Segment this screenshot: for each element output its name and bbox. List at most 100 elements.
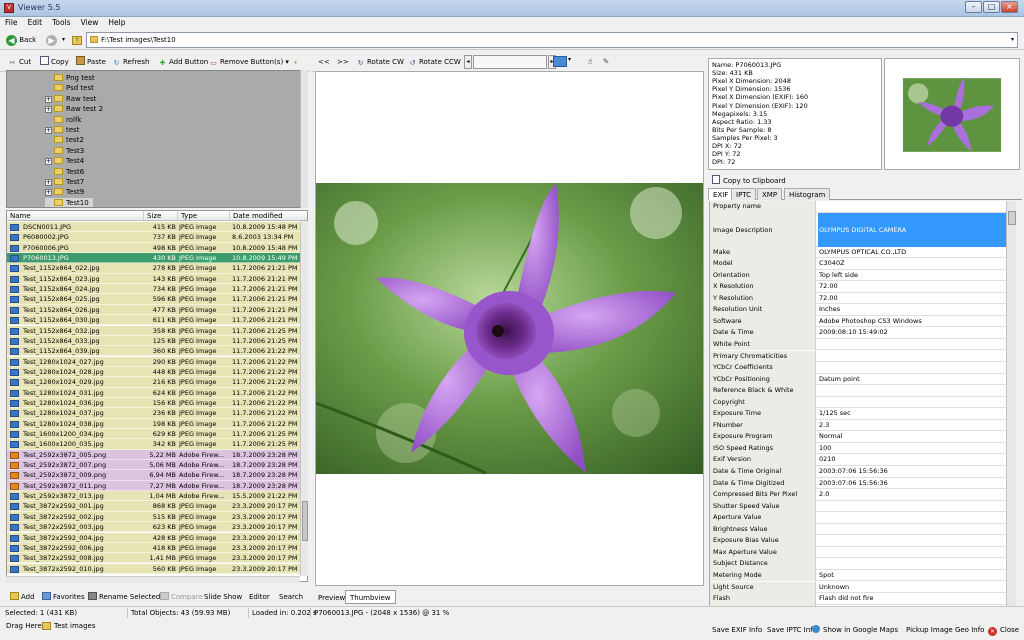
menu-file[interactable]: File: [0, 17, 23, 28]
file-row[interactable]: Test_1280x1024_027.jpg 290 KB JPEG Image 11…: [7, 356, 301, 367]
expand-icon[interactable]: +: [45, 189, 52, 197]
exif-row[interactable]: Date & Time 2009:08:10 15:49:02: [710, 327, 1006, 339]
folder-tree-item[interactable]: rolfk: [45, 115, 81, 125]
file-row[interactable]: Test_2592x3872_011.png 7,27 MB Adobe Firew…: [7, 480, 301, 492]
back-button[interactable]: ◀ Back: [6, 33, 36, 47]
tab-thumbview[interactable]: Thumbview: [345, 590, 396, 604]
exif-row[interactable]: Date & Time Digitized 2003:07:06 15:56:36: [710, 477, 1006, 490]
favorites-button[interactable]: Favorites: [42, 590, 85, 604]
file-row[interactable]: Test_1152x864_023.jpg 143 KB JPEG Image 11.…: [7, 273, 301, 285]
exif-row[interactable]: White Point: [710, 338, 1006, 351]
paste-button[interactable]: Paste: [76, 56, 106, 69]
folder-tree-item[interactable]: + Test9: [45, 187, 84, 197]
exif-row[interactable]: Exif Version 0210: [710, 454, 1006, 466]
menu-view[interactable]: View: [76, 17, 104, 28]
file-row[interactable]: Test_3872x2592_003.jpg 623 KB JPEG Image 23…: [7, 522, 301, 533]
file-row[interactable]: Test_1152x864_033.jpg 125 KB JPEG Image 11.…: [7, 335, 301, 347]
exif-row[interactable]: Resolution Unit Inches: [710, 304, 1006, 316]
file-row[interactable]: Test_3872x2592_002.jpg 515 KB JPEG Image 23…: [7, 511, 301, 523]
folder-tree-item[interactable]: + Raw test 2: [45, 104, 103, 114]
tab-histogram[interactable]: Histogram: [784, 188, 831, 200]
file-row[interactable]: Test_3872x2592_008.jpg 1,41 MB JPEG Image 2…: [7, 553, 301, 564]
file-row[interactable]: P7060006.JPG 498 KB JPEG Image 10.8.2009 15…: [7, 242, 301, 253]
exif-row[interactable]: FNumber 2.3: [710, 419, 1006, 432]
file-row[interactable]: Test_1152x864_025.jpg 596 KB JPEG Image 11.…: [7, 294, 301, 305]
file-row[interactable]: Test_1152x864_030.jpg 611 KB JPEG Image 11.…: [7, 315, 301, 326]
remove-button-button[interactable]: ▭ Remove Button(s) ▾: [209, 56, 289, 69]
file-row[interactable]: Test_2592x3872_007.png 5,06 MB Adobe Firew…: [7, 460, 301, 471]
exif-row[interactable]: Date & Time Original 2003:07:06 15:56:36: [710, 466, 1006, 478]
exif-row[interactable]: X Resolution 72.00: [710, 281, 1006, 293]
file-row[interactable]: Test_1280x1024_031.jpg 624 KB JPEG Image 11…: [7, 387, 301, 398]
monitor-dropdown-icon[interactable]: ▾: [568, 56, 571, 63]
folder-tree-item[interactable]: + test: [45, 125, 79, 135]
exif-row[interactable]: Image Description OLYMPUS DIGITAL CAMERA: [710, 212, 1006, 247]
lock-icon[interactable]: ✎: [600, 55, 612, 69]
folder-tree-item[interactable]: test2: [45, 135, 84, 145]
folder-tree-item[interactable]: Test10: [45, 197, 93, 207]
exif-row[interactable]: Model C3040Z: [710, 258, 1006, 270]
rotate-ccw-button[interactable]: ↺ Rotate CCW: [408, 56, 461, 69]
exif-row[interactable]: ISO Speed Ratings 100: [710, 442, 1006, 455]
exif-row[interactable]: Max Aperture Value: [710, 546, 1006, 559]
exif-row[interactable]: Light Source Unknown: [710, 581, 1006, 594]
file-row[interactable]: P6080002.JPG 737 KB JPEG Image 8.6.2003 13:…: [7, 232, 301, 243]
file-row[interactable]: Test_1152x864_024.jpg 734 KB JPEG Image 11.…: [7, 284, 301, 295]
editor-button[interactable]: Editor: [249, 590, 270, 604]
expand-icon[interactable]: +: [45, 158, 52, 166]
exif-row[interactable]: Subject Distance: [710, 558, 1006, 570]
exif-row[interactable]: Exposure Program Normal: [710, 431, 1006, 443]
forward-button[interactable]: ▶: [46, 33, 57, 47]
file-row[interactable]: Test_1280x1024_037.jpg 236 KB JPEG Image 11…: [7, 408, 301, 419]
exif-row[interactable]: Brightness Value: [710, 523, 1006, 536]
exif-row[interactable]: Primary Chromaticities: [710, 350, 1006, 363]
rename-selected-button[interactable]: Rename Selected: [88, 590, 160, 604]
copy-to-clipboard-button[interactable]: Copy to Clipboard: [712, 175, 786, 187]
zoom-slider-left-button[interactable]: ◂: [464, 55, 472, 69]
folder-tree-item[interactable]: Test3: [45, 146, 84, 156]
save-exif-button[interactable]: Save EXIF Info: [712, 624, 762, 636]
exif-row[interactable]: Flash Flash did not fire: [710, 593, 1006, 605]
file-row[interactable]: Test_3872x2592_006.jpg 418 KB JPEG Image 23…: [7, 542, 301, 554]
filter-button[interactable]: ⚡: [291, 56, 302, 69]
exif-row[interactable]: Orientation Top left side: [710, 269, 1006, 282]
file-row[interactable]: Test_1152x864_026.jpg 477 KB JPEG Image 11.…: [7, 304, 301, 316]
file-row[interactable]: Test_2592x3872_013.jpg 1,04 MB Adobe Firew…: [7, 491, 301, 502]
column-header-size[interactable]: Size: [144, 211, 178, 221]
menu-help[interactable]: Help: [103, 17, 130, 28]
file-row[interactable]: Test_3872x2592_010.jpg 560 KB JPEG Image 23…: [7, 563, 301, 574]
copy-button[interactable]: Copy: [40, 56, 69, 69]
exif-row[interactable]: YCbCr Positioning Datum point: [710, 373, 1006, 386]
hand-tool-icon[interactable]: ☝: [583, 55, 597, 69]
file-row[interactable]: Test_3872x2592_001.jpg 868 KB JPEG Image 23…: [7, 501, 301, 512]
exif-row[interactable]: Make OLYMPUS OPTICAL CO.,LTD: [710, 246, 1006, 259]
address-dropdown-icon[interactable]: ▾: [1011, 33, 1014, 47]
address-input[interactable]: F:\Test images\Test10 ▾: [86, 32, 1018, 48]
column-header-date[interactable]: Date modified: [230, 211, 307, 221]
exif-row[interactable]: YCbCr Coefficients: [710, 362, 1006, 374]
file-row[interactable]: Test_2592x3872_005.png 5,22 MB Adobe Firew…: [7, 449, 301, 460]
file-list-hscrollbar[interactable]: [6, 576, 300, 583]
file-row[interactable]: Test_3872x2592_004.jpg 428 KB JPEG Image 23…: [7, 532, 301, 543]
folder-tree-scrollbar[interactable]: [300, 70, 308, 208]
rotate-cw-button[interactable]: ↻ Rotate CW: [356, 56, 404, 69]
expand-icon[interactable]: +: [45, 179, 52, 186]
expand-icon[interactable]: +: [45, 127, 52, 134]
exif-scrollbar[interactable]: [1006, 201, 1016, 617]
tab-xmp[interactable]: XMP: [757, 188, 783, 200]
folder-tree-item[interactable]: Psd test: [45, 83, 94, 93]
exif-row[interactable]: Shutter Speed Value: [710, 500, 1006, 513]
drag-folder-target[interactable]: Test images: [54, 622, 95, 630]
google-maps-button[interactable]: Show in Google Maps: [812, 624, 898, 636]
exif-row[interactable]: Exposure Time 1/125 sec: [710, 408, 1006, 420]
save-iptc-button[interactable]: Save IPTC Info: [767, 624, 817, 636]
column-header-name[interactable]: Name: [7, 211, 144, 221]
exif-scroll-thumb[interactable]: [1008, 211, 1016, 225]
folder-tree-item[interactable]: Png test: [45, 73, 95, 83]
zoom-slider[interactable]: [473, 55, 547, 69]
exif-row[interactable]: Compressed Bits Per Pixel 2.0: [710, 489, 1006, 501]
close-window-button[interactable]: ×: [1001, 1, 1018, 13]
cut-button[interactable]: ✂ Cut: [8, 56, 32, 69]
prev-image-button[interactable]: <<: [318, 56, 330, 69]
pickup-geo-button[interactable]: Pickup Image Geo Info: [906, 624, 984, 636]
